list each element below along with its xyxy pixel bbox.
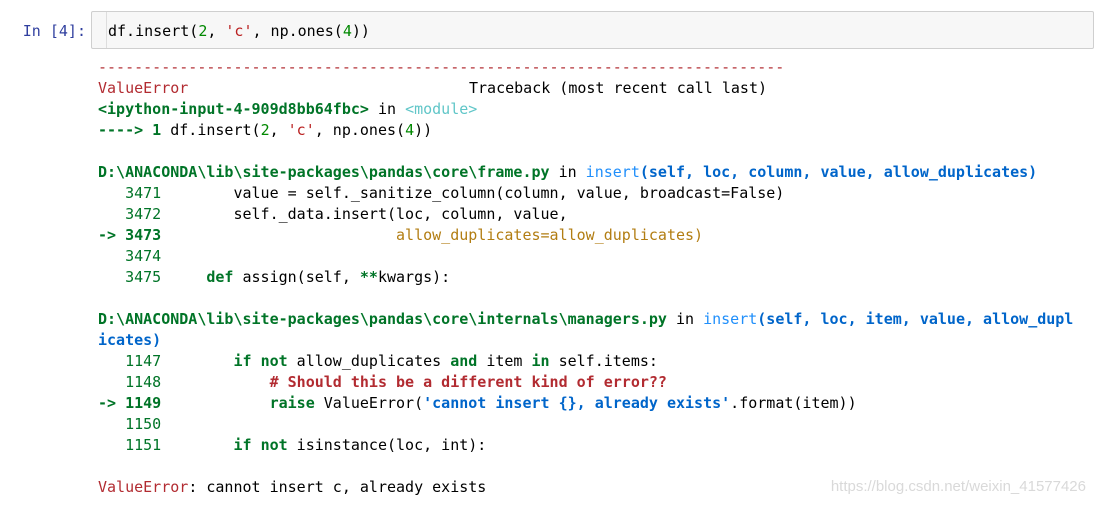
traceback-header-right: Traceback (most recent call last) bbox=[469, 79, 768, 97]
frame3-func: insert bbox=[703, 310, 758, 328]
operator: ** bbox=[359, 268, 378, 286]
frame1-arrow: ----> 1 bbox=[98, 121, 171, 139]
frame1-func: <module> bbox=[405, 100, 478, 118]
line-number: 1147 bbox=[98, 352, 162, 370]
keyword: raise bbox=[269, 394, 315, 412]
line-code-tail: kwargs): bbox=[377, 268, 451, 286]
frame1-code-b: , bbox=[269, 121, 288, 139]
final-error-message: : cannot insert c, already exists bbox=[188, 478, 487, 496]
frame2-header: D:\ANACONDA\lib\site-packages\pandas\cor… bbox=[98, 162, 1088, 183]
line-number: 1151 bbox=[98, 436, 162, 454]
traceback-separator: ----------------------------------------… bbox=[98, 58, 785, 76]
keyword: not bbox=[260, 436, 288, 454]
code-text-b: , bbox=[207, 22, 226, 40]
code-string: 'c' bbox=[225, 22, 253, 40]
frame1-code-a: df.insert( bbox=[170, 121, 261, 139]
frame2-func: insert bbox=[585, 163, 640, 181]
frame2-line: 3475 def assign(self, **kwargs): bbox=[98, 267, 1088, 288]
keyword: if bbox=[233, 352, 252, 370]
line-number: 3474 bbox=[98, 247, 162, 265]
frame1-in: in bbox=[368, 100, 406, 118]
frame1-header: <ipython-input-4-909d8bb64fbc> in <modul… bbox=[98, 99, 1088, 120]
code-number-2: 4 bbox=[342, 22, 352, 40]
frame1-code-str: 'c' bbox=[287, 121, 315, 139]
line-code: self._data.insert(loc, column, value, bbox=[161, 205, 568, 223]
line-number: 1150 bbox=[98, 415, 162, 433]
final-error-name: ValueError bbox=[98, 478, 189, 496]
line-number-current: -> 3473 bbox=[98, 226, 162, 244]
keyword: if bbox=[233, 436, 252, 454]
frame1-code: ----> 1 df.insert(2, 'c', np.ones(4)) bbox=[98, 120, 1088, 141]
keyword: in bbox=[531, 352, 550, 370]
frame2-file: D:\ANACONDA\lib\site-packages\pandas\cor… bbox=[98, 163, 550, 181]
traceback-header: ValueError Traceback (most recent call la… bbox=[98, 78, 1088, 99]
frame3-in: in bbox=[666, 310, 704, 328]
frame3-line: 1147 if not allow_duplicates and item in… bbox=[98, 352, 658, 370]
frame2-args: (self, loc, column, value, allow_duplica… bbox=[639, 163, 1038, 181]
frame2-in: in bbox=[549, 163, 586, 181]
keyword: not bbox=[260, 352, 288, 370]
error-name: ValueError bbox=[98, 79, 189, 97]
code-line[interactable]: df.insert(2, 'c', np.ones(4)) bbox=[108, 22, 370, 40]
cell-prompt: In [4]: bbox=[22, 22, 86, 40]
line-number-current: -> 1149 bbox=[98, 394, 162, 412]
line-number: 3475 bbox=[98, 268, 162, 286]
line-code: value = self._sanitize_column(column, va… bbox=[161, 184, 785, 202]
line-code: assign(self, bbox=[233, 268, 360, 286]
code-text-a: df.insert( bbox=[108, 22, 199, 40]
code-number: 2 bbox=[198, 22, 208, 40]
frame1-code-d: )) bbox=[414, 121, 433, 139]
code-text-c: , np.ones( bbox=[252, 22, 343, 40]
frame2-line: 3474 bbox=[98, 246, 1088, 267]
line-number: 1148 bbox=[98, 373, 162, 391]
traceback-output: ----------------------------------------… bbox=[98, 57, 1088, 498]
frame3-header: D:\ANACONDA\lib\site-packages\pandas\cor… bbox=[98, 309, 1088, 330]
frame2-line: 3471 value = self._sanitize_column(colum… bbox=[98, 183, 1088, 204]
frame1-file: <ipython-input-4-909d8bb64fbc> bbox=[98, 100, 369, 118]
input-gutter bbox=[106, 12, 107, 48]
frame3-args: (self, loc, item, value, allow_dupl bbox=[757, 310, 1074, 328]
frame3-args-cont: icates) bbox=[98, 331, 162, 349]
frame3-header-cont: icates) bbox=[98, 330, 1088, 351]
code-input-cell[interactable]: df.insert(2, 'c', np.ones(4)) bbox=[91, 11, 1094, 49]
watermark: https://blog.csdn.net/weixin_41577426 bbox=[830, 478, 1086, 495]
line-code-current: allow_duplicates=allow_duplicates) bbox=[161, 226, 704, 244]
line-number: 3471 bbox=[98, 184, 162, 202]
keyword: def bbox=[206, 268, 234, 286]
frame3-file: D:\ANACONDA\lib\site-packages\pandas\cor… bbox=[98, 310, 667, 328]
keyword: and bbox=[450, 352, 478, 370]
frame3-line-current: -> 1149 raise ValueError('cannot insert … bbox=[98, 394, 857, 412]
frame2-line: 3472 self._data.insert(loc, column, valu… bbox=[98, 204, 1088, 225]
code-text-d: )) bbox=[351, 22, 370, 40]
frame3-line: 1150 bbox=[98, 414, 1088, 435]
frame1-code-c: , np.ones( bbox=[314, 121, 406, 139]
frame1-code-num2: 4 bbox=[405, 121, 415, 139]
code-string: 'cannot insert {}, already exists' bbox=[423, 394, 731, 412]
frame1-code-num: 2 bbox=[260, 121, 270, 139]
frame2-line-current: -> 3473 allow_duplicates=allow_duplicate… bbox=[98, 225, 1088, 246]
code-comment: # Should this be a different kind of err… bbox=[269, 373, 667, 391]
line-number: 3472 bbox=[98, 205, 162, 223]
frame3-line: 1148 # Should this be a different kind o… bbox=[98, 372, 1088, 393]
frame3-line: 1151 if not isinstance(loc, int): bbox=[98, 436, 487, 454]
